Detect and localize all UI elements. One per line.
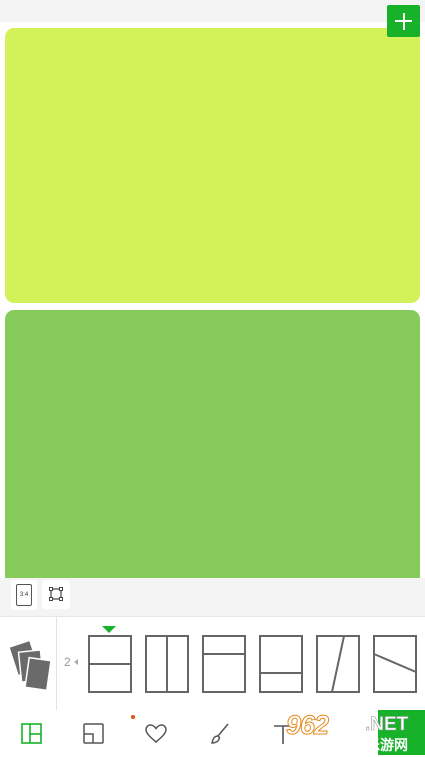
layout-large-top-small-bottom[interactable] xyxy=(259,635,303,693)
photo-count: 2 xyxy=(64,655,71,669)
watermark-suffix: .NET xyxy=(365,714,409,736)
photo-stack-icon[interactable] xyxy=(7,635,54,693)
count-arrow-icon xyxy=(74,659,78,665)
collage-canvas xyxy=(0,22,425,592)
layout-two-columns[interactable] xyxy=(145,635,189,693)
collage-cell-top[interactable] xyxy=(5,28,420,303)
layout-panel: 2 xyxy=(0,616,425,711)
heart-icon xyxy=(145,724,167,743)
site-watermark: 962 .NET 乐游网 xyxy=(285,708,425,757)
add-photo-button[interactable] xyxy=(387,5,420,37)
crop-icon xyxy=(49,587,63,601)
tab-sticker[interactable] xyxy=(143,721,169,747)
aspect-ratio-button[interactable]: 3:4 xyxy=(11,580,37,610)
panel-divider xyxy=(56,617,57,711)
collage-cell-bottom[interactable] xyxy=(5,310,420,585)
tab-frame[interactable] xyxy=(81,721,107,747)
layout-diagonal-rows[interactable] xyxy=(373,635,417,693)
watermark-number: 962 xyxy=(285,710,329,741)
selected-layout-marker-icon xyxy=(102,626,116,633)
tab-layout[interactable] xyxy=(19,721,45,747)
frame-icon xyxy=(83,723,104,744)
ratio-label: 3:4 xyxy=(16,584,32,606)
layout-two-rows[interactable] xyxy=(88,635,132,693)
layout-small-top-large-bottom[interactable] xyxy=(202,635,246,693)
layout-icon xyxy=(21,723,42,744)
brush-icon xyxy=(211,723,229,744)
tab-doodle[interactable] xyxy=(207,721,233,747)
watermark-chinese: 乐游网 xyxy=(366,737,408,753)
notification-dot xyxy=(131,715,135,719)
top-strip xyxy=(0,0,425,22)
layout-diagonal-columns[interactable] xyxy=(316,635,360,693)
crop-button[interactable] xyxy=(42,580,70,609)
